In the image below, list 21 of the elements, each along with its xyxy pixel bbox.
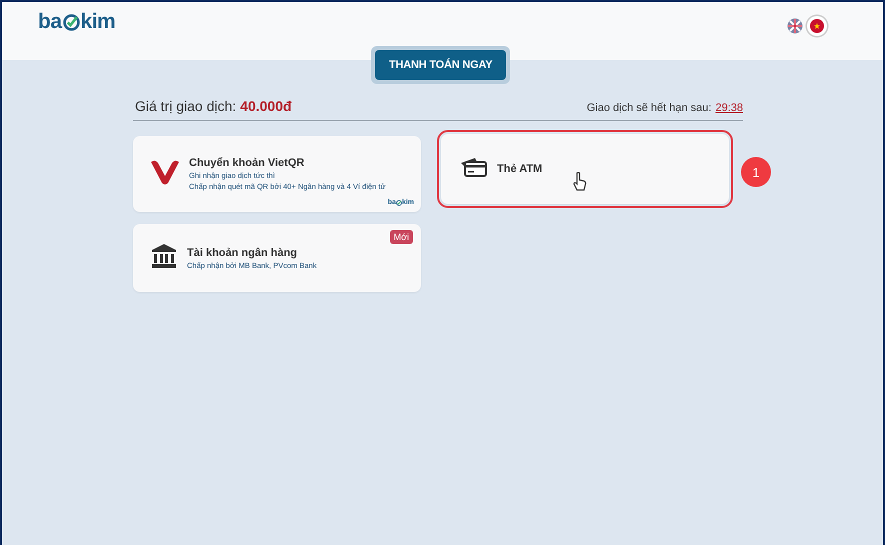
check-icon <box>62 14 80 30</box>
amount-value: 40.000đ <box>240 98 292 114</box>
logo-text: kim <box>80 10 116 34</box>
cards-icon <box>459 156 487 176</box>
method-title: Chuyển khoản VietQR <box>189 157 306 169</box>
method-title: Thẻ ATM <box>497 163 542 175</box>
check-icon <box>396 200 402 206</box>
method-title: Tài khoản ngân hàng <box>187 246 298 258</box>
hand-cursor-icon <box>573 172 587 192</box>
step-number-badge: 1 <box>741 157 771 187</box>
payment-method-card[interactable]: Thẻ ATM <box>441 134 729 204</box>
countdown-timer: 29:38 <box>715 102 743 114</box>
uk-flag-icon[interactable] <box>787 18 803 34</box>
amount-label: Giá trị giao dịch: <box>135 98 236 114</box>
logo-text: ba <box>38 10 62 34</box>
expiry-label: Giao dịch sẽ hết hạn sau: <box>586 102 712 114</box>
bank-icon <box>151 242 177 268</box>
pay-now-button[interactable]: THANH TOÁN NGAY <box>375 50 506 80</box>
vietnam-flag-icon[interactable] <box>807 16 827 36</box>
new-badge: Mới <box>390 230 413 244</box>
v-logo-icon <box>151 158 179 184</box>
